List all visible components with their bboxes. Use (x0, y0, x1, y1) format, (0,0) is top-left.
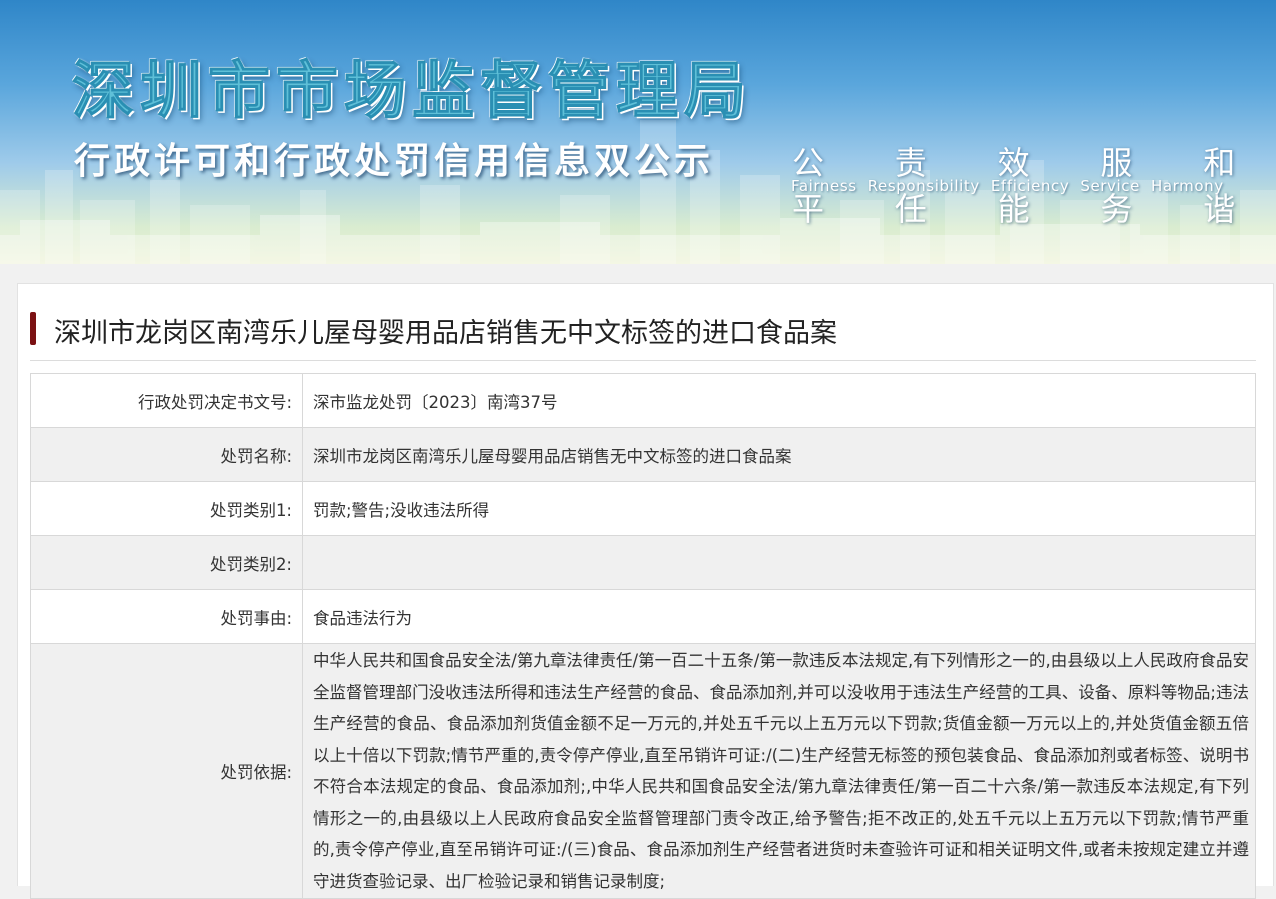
slogan-word-en: Service (1080, 177, 1140, 195)
table-row: 处罚依据: 中华人民共和国食品安全法/第九章法律责任/第一百二十五条/第一款违反… (30, 643, 1256, 899)
row-label: 行政处罚决定书文号: (30, 373, 303, 428)
row-value: 罚款;警告;没收违法所得 (302, 481, 1256, 536)
row-value: 中华人民共和国食品安全法/第九章法律责任/第一百二十五条/第一款违反本法规定,有… (302, 643, 1256, 899)
row-label: 处罚名称: (30, 427, 303, 482)
table-row: 处罚类别2: (30, 535, 1256, 590)
row-label: 处罚类别1: (30, 481, 303, 536)
penalty-info-table: 行政处罚决定书文号: 深市监龙处罚〔2023〕南湾37号 处罚名称: 深圳市龙岗… (30, 373, 1256, 899)
row-value: 深市监龙处罚〔2023〕南湾37号 (302, 373, 1256, 428)
row-value: 深圳市龙岗区南湾乐儿屋母婴用品店销售无中文标签的进口食品案 (302, 427, 1256, 482)
slogan-word-en: Harmony (1150, 177, 1224, 195)
table-row: 处罚事由: 食品违法行为 (30, 589, 1256, 644)
row-value: 食品违法行为 (302, 589, 1256, 644)
title-accent-bar (30, 312, 36, 345)
agency-subtitle: 行政许可和行政处罚信用信息双公示 (74, 141, 715, 182)
header-banner: 深圳市市场监督管理局 行政许可和行政处罚信用信息双公示 公平 责任 效能 服务 … (0, 0, 1276, 264)
row-label: 处罚依据: (30, 643, 303, 899)
table-row: 行政处罚决定书文号: 深市监龙处罚〔2023〕南湾37号 (30, 373, 1256, 428)
agency-title: 深圳市市场监督管理局 (71, 54, 753, 128)
slogan-word-en: Efficiency (990, 177, 1070, 195)
slogan-word-en: Responsibility (867, 177, 980, 195)
case-title: 深圳市龙岗区南湾乐儿屋母婴用品店销售无中文标签的进口食品案 (54, 318, 837, 349)
row-value (302, 535, 1256, 590)
row-label: 处罚事由: (30, 589, 303, 644)
case-title-header: 深圳市龙岗区南湾乐儿屋母婴用品店销售无中文标签的进口食品案 (30, 312, 1256, 361)
table-row: 处罚类别1: 罚款;警告;没收违法所得 (30, 481, 1256, 536)
slogan-english: Fairness Responsibility Efficiency Servi… (791, 177, 1224, 195)
table-row: 处罚名称: 深圳市龙岗区南湾乐儿屋母婴用品店销售无中文标签的进口食品案 (30, 427, 1256, 482)
content-panel: 深圳市龙岗区南湾乐儿屋母婴用品店销售无中文标签的进口食品案 行政处罚决定书文号:… (17, 283, 1274, 899)
row-label: 处罚类别2: (30, 535, 303, 590)
slogan-word-en: Fairness (791, 177, 857, 195)
